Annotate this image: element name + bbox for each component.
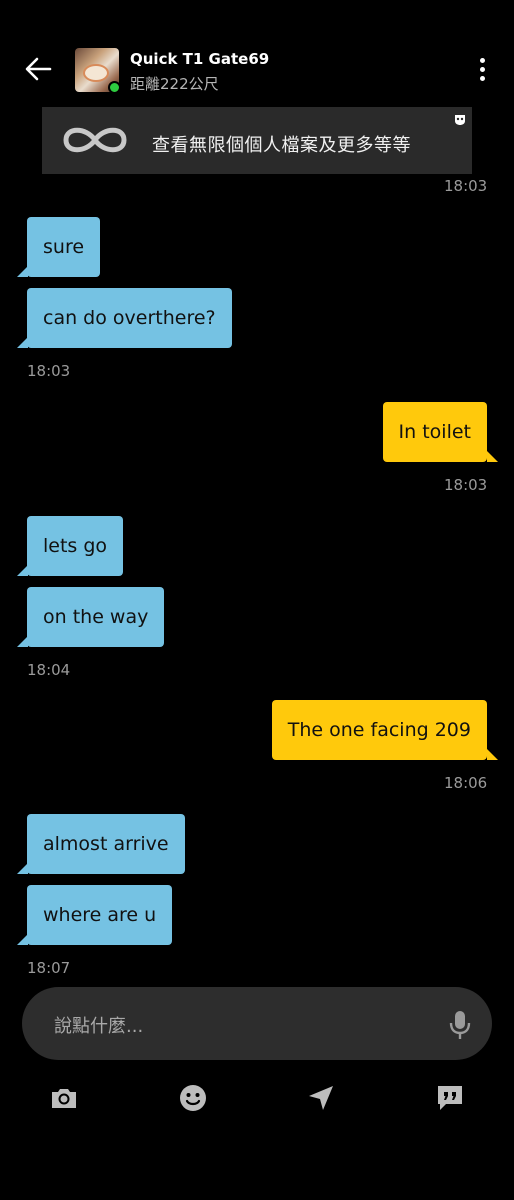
sent-message[interactable]: The one facing 209: [271, 700, 487, 760]
timestamp: 18:06: [444, 774, 488, 792]
bubble-tail: [17, 636, 28, 647]
bubble-tail: [487, 749, 498, 760]
upsell-banner[interactable]: 查看無限個個人檔案及更多等等: [42, 107, 472, 174]
message-input[interactable]: 說點什麼...: [22, 987, 492, 1060]
sent-message[interactable]: In toilet: [382, 402, 487, 462]
received-message[interactable]: can do overthere?: [27, 288, 232, 348]
profile-name[interactable]: Quick T1 Gate69: [130, 50, 269, 68]
bubble-tail: [17, 266, 28, 277]
received-message[interactable]: sure: [27, 217, 101, 277]
timestamp: 18:03: [27, 362, 71, 380]
message-input-placeholder: 說點什麼...: [54, 1016, 144, 1037]
smiley-icon[interactable]: [177, 1082, 209, 1114]
mask-icon: [454, 111, 466, 125]
bubble-tail: [17, 565, 28, 576]
more-vert-icon[interactable]: [472, 55, 492, 85]
online-indicator: [108, 81, 121, 94]
chat-header: Quick T1 Gate69 距離222公尺: [0, 0, 514, 100]
bubble-tail: [17, 337, 28, 348]
upsell-text: 查看無限個個人檔案及更多等等: [152, 135, 411, 156]
timestamp: 18:03: [444, 177, 488, 195]
bubble-tail: [487, 451, 498, 462]
camera-icon[interactable]: [48, 1082, 80, 1114]
quote-bubble-icon[interactable]: [434, 1082, 466, 1114]
bubble-tail: [17, 863, 28, 874]
timestamp: 18:04: [27, 661, 71, 679]
received-message[interactable]: almost arrive: [27, 814, 185, 874]
received-message[interactable]: lets go: [27, 516, 124, 576]
mic-icon[interactable]: [448, 1009, 472, 1041]
received-message[interactable]: on the way: [27, 587, 165, 647]
timestamp: 18:03: [444, 476, 488, 494]
profile-distance: 距離222公尺: [130, 75, 219, 93]
timestamp: 18:07: [27, 959, 71, 977]
back-arrow-icon[interactable]: [20, 50, 56, 86]
bubble-tail: [17, 934, 28, 945]
location-arrow-icon[interactable]: [305, 1082, 337, 1114]
received-message[interactable]: where are u: [27, 885, 173, 945]
infinity-icon: [58, 121, 132, 159]
